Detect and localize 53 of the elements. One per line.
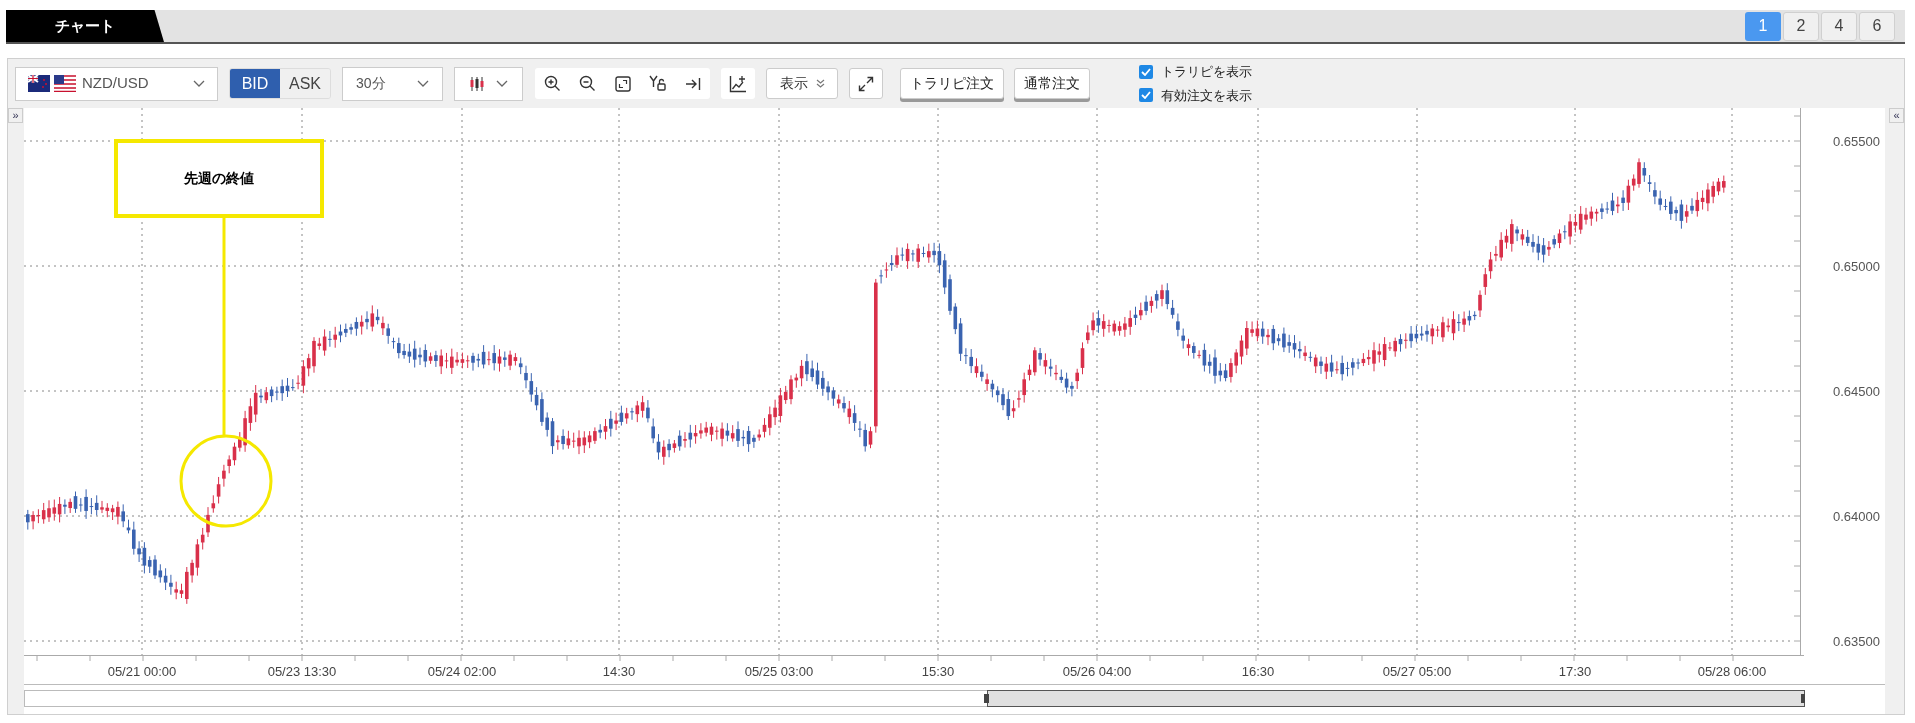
checkbox-label: 有効注文を表示 (1161, 86, 1252, 105)
time-axis-label: 05/27 05:00 (1382, 664, 1452, 679)
checkbox-label: トラリピを表示 (1161, 63, 1252, 81)
time-axis-label: 05/24 02:00 (427, 664, 497, 679)
price-axis-label: 0.64500 (1833, 384, 1880, 399)
expand-left-toggle[interactable]: » (8, 108, 23, 123)
arrow-to-end-icon (684, 76, 701, 91)
chevron-down-icon (417, 80, 429, 87)
time-axis-label: 05/28 06:00 (1697, 664, 1767, 679)
time-axis-label: 05/26 04:00 (1062, 664, 1132, 679)
time-axis-label: 14:30 (602, 664, 636, 679)
layout-button[interactable]: 6 (1859, 11, 1895, 41)
collapse-right-toggle[interactable]: « (1889, 108, 1904, 123)
time-axis-label: 05/21 00:00 (107, 664, 177, 679)
y-axis-unlock-icon (648, 75, 667, 92)
time-axis-label: 05/23 13:30 (267, 664, 337, 679)
time-axis-label: 16:30 (1241, 664, 1275, 679)
price-axis-label: 0.63500 (1833, 634, 1880, 649)
candlestick-icon (469, 75, 485, 92)
zoom-in-icon (544, 75, 561, 92)
layout-button[interactable]: 4 (1821, 11, 1857, 41)
chevron-down-icon (193, 80, 205, 87)
expand-icon (858, 75, 874, 92)
time-axis-label: 15:30 (921, 664, 955, 679)
united-states-flag-icon (54, 75, 76, 92)
price-axis-label: 0.64000 (1833, 509, 1880, 524)
checkbox[interactable] (1139, 64, 1153, 79)
time-axis-label: 05/25 03:00 (744, 664, 814, 679)
price-side-toggle[interactable]: BID (230, 69, 280, 98)
layout-button[interactable]: 2 (1783, 11, 1819, 41)
chevron-down-icon (496, 80, 508, 87)
order-button[interactable]: 通常注文 (1014, 68, 1090, 99)
chart-plus-icon (729, 74, 747, 93)
checkbox[interactable] (1139, 88, 1153, 103)
add-indicator-button[interactable] (721, 68, 755, 99)
timeframe-text: 30分 (356, 74, 386, 93)
chart-tab[interactable]: チャート (6, 10, 164, 42)
display-menu-button[interactable]: 表示 (766, 68, 838, 99)
currency-pair-select[interactable]: NZD/USD (15, 66, 218, 101)
chart-type-select[interactable] (454, 66, 523, 101)
double-chevron-down-icon (815, 79, 825, 88)
timeframe-select[interactable]: 30分 (342, 66, 443, 101)
time-axis-label: 17:30 (1558, 664, 1592, 679)
currency-pair-text: NZD/USD (82, 73, 149, 94)
time-range-scrollbar[interactable] (24, 690, 1805, 707)
fit-frame-icon (614, 75, 631, 92)
order-button[interactable]: トラリピ注文 (900, 68, 1004, 99)
fullscreen-button[interactable] (849, 68, 883, 99)
price-axis-label: 0.65500 (1833, 134, 1880, 149)
new-zealand-flag-icon (28, 75, 50, 92)
annotation-label: 先週の終値 (114, 139, 324, 218)
zoom-out-icon (579, 75, 596, 92)
price-axis-label: 0.65000 (1833, 259, 1880, 274)
